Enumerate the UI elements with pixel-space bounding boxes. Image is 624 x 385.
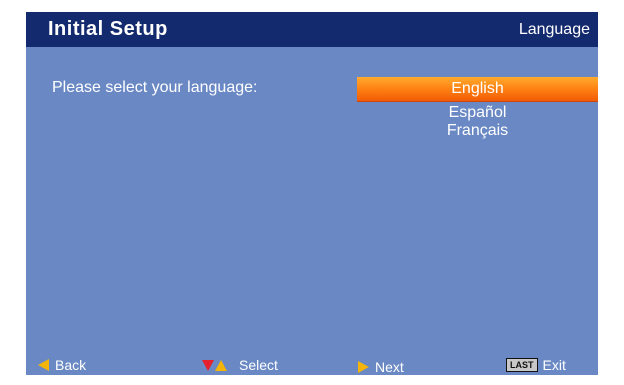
language-option-francais[interactable]: Français [357, 122, 598, 140]
exit-label: Exit [542, 357, 566, 373]
language-list: English Español Français [357, 77, 598, 140]
language-prompt: Please select your language: [52, 79, 258, 96]
down-arrow-icon [202, 359, 214, 371]
footer-bar: Back Select Next LAST Exit [26, 355, 598, 375]
select-label: Select [239, 357, 278, 373]
last-key-icon: LAST [506, 358, 538, 372]
back-label: Back [55, 357, 87, 373]
language-option-english[interactable]: English [357, 77, 598, 101]
exit-button[interactable]: LAST Exit [506, 355, 566, 375]
select-button[interactable]: Select [202, 355, 278, 375]
up-down-arrows-icon [202, 359, 227, 371]
back-button[interactable]: Back [38, 355, 86, 375]
left-arrow-icon [38, 359, 49, 371]
page-title: Initial Setup [48, 18, 168, 40]
header-bar: Initial Setup Language [26, 12, 598, 47]
next-label: Next [375, 359, 404, 375]
up-arrow-icon [215, 359, 227, 371]
setup-window: Initial Setup Language Please select you… [26, 12, 598, 375]
language-option-espanol[interactable]: Español [357, 104, 598, 122]
tv-screen: Initial Setup Language Please select you… [0, 0, 624, 385]
right-arrow-icon [358, 361, 369, 373]
next-button[interactable]: Next [358, 357, 404, 377]
section-label: Language [518, 21, 590, 38]
